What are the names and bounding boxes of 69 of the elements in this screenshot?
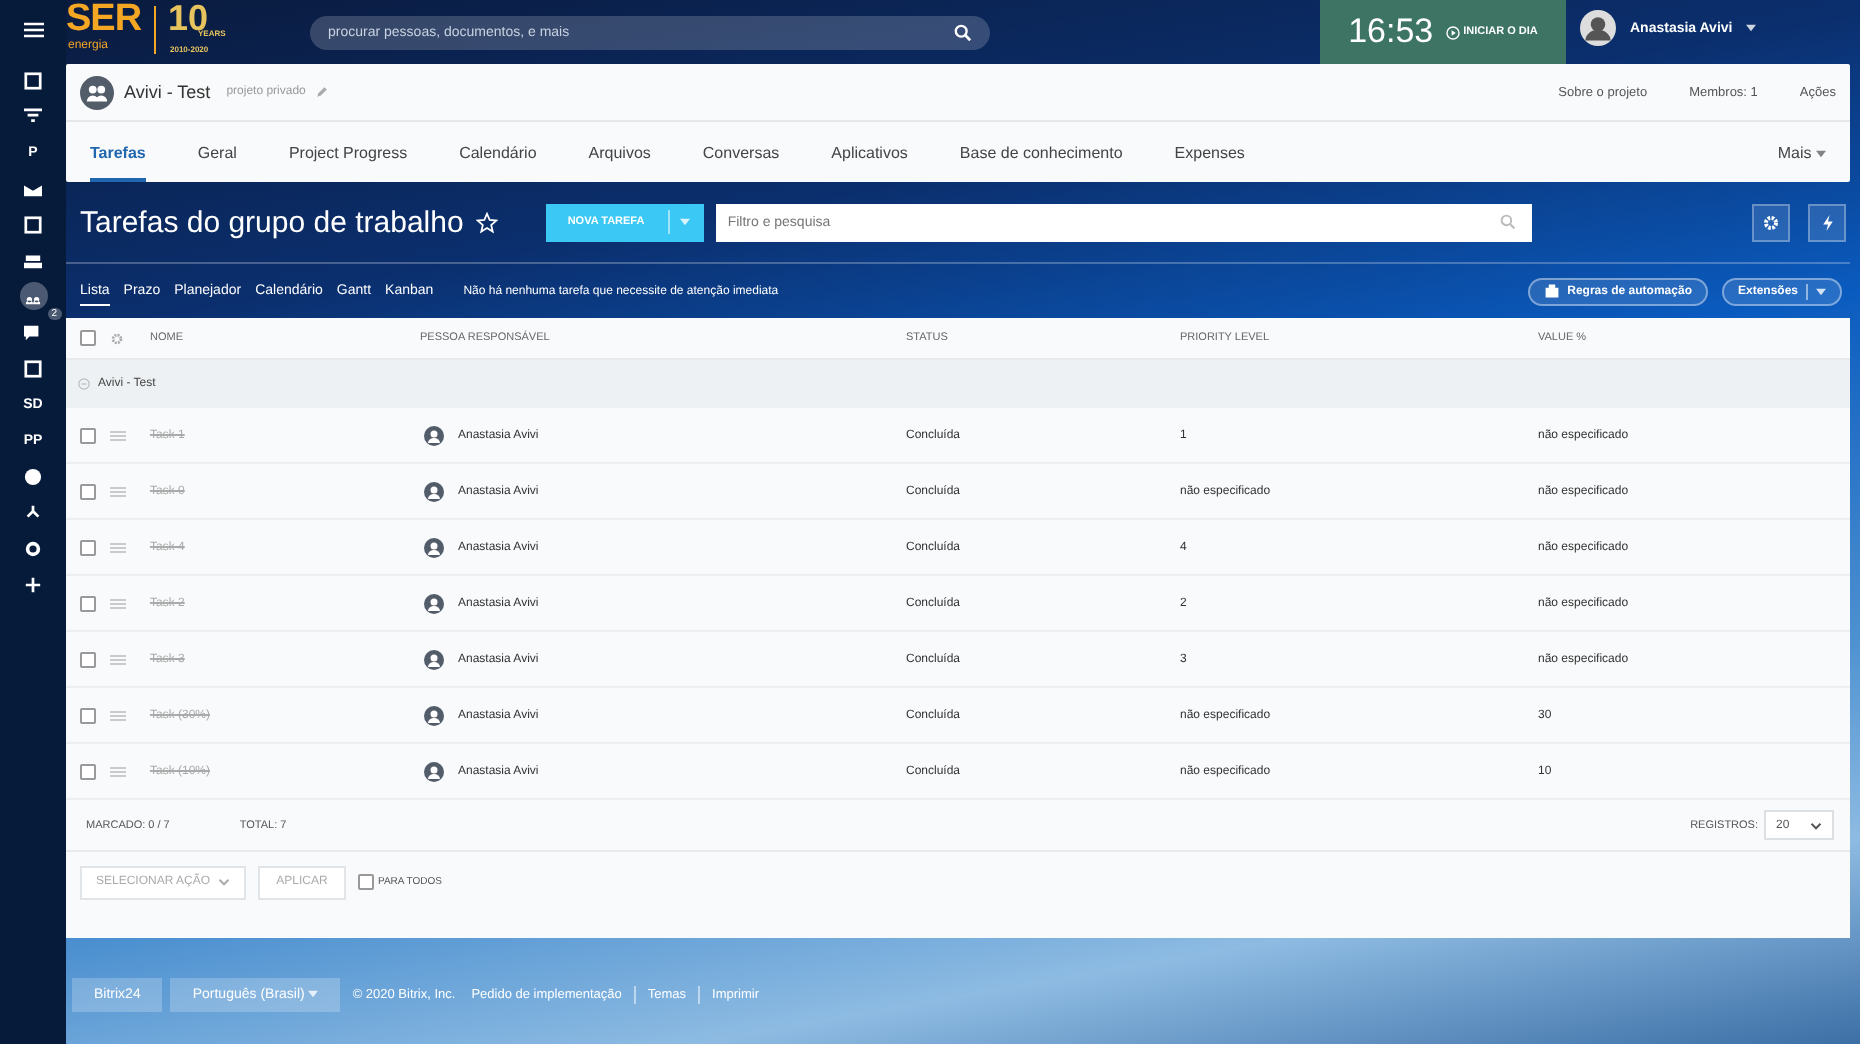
- collapse-icon[interactable]: [78, 378, 90, 390]
- caret-icon: [308, 989, 319, 997]
- automation-bolt-button[interactable]: [1808, 203, 1846, 241]
- avatar-icon: [424, 761, 444, 781]
- drive-icon: [24, 251, 42, 269]
- drag-handle-icon[interactable]: [110, 765, 126, 777]
- menu-icon[interactable]: [23, 22, 43, 38]
- play-icon: [1445, 25, 1460, 39]
- row-checkbox[interactable]: [80, 539, 96, 555]
- search-icon: [954, 23, 972, 41]
- project-tab[interactable]: Expenses: [1174, 122, 1245, 182]
- project-tab[interactable]: Geral: [197, 122, 237, 182]
- lightning-icon: [1819, 213, 1835, 231]
- project-tab[interactable]: Calendário: [459, 122, 537, 182]
- structure-icon: [24, 503, 42, 521]
- group-avatar-icon: [80, 75, 114, 109]
- caret-icon: [1816, 150, 1826, 158]
- drag-handle-icon[interactable]: [110, 429, 126, 441]
- page-title: Tarefas do grupo de trabalho: [80, 205, 464, 239]
- avatar-icon: [424, 425, 444, 445]
- select-all-checkbox[interactable]: [80, 330, 96, 346]
- project-tab[interactable]: Conversas: [702, 122, 780, 182]
- avatar-icon: [424, 649, 444, 669]
- caret-icon: [680, 218, 691, 226]
- filter-icon: [24, 107, 42, 125]
- avatar-icon: [424, 481, 444, 501]
- logo-brand: SER: [66, 0, 142, 40]
- settings-button[interactable]: [1752, 203, 1790, 241]
- window-icon: [24, 71, 42, 89]
- project-tab[interactable]: Tarefas: [90, 122, 146, 182]
- row-checkbox[interactable]: [80, 707, 96, 723]
- clock-time: 16:53: [1348, 12, 1434, 52]
- row-checkbox[interactable]: [80, 595, 96, 611]
- drag-handle-icon[interactable]: [110, 709, 126, 721]
- project-tab[interactable]: Base de conhecimento: [959, 122, 1123, 182]
- row-checkbox[interactable]: [80, 483, 96, 499]
- circle-icon: [24, 467, 42, 485]
- search-icon: [1499, 213, 1516, 229]
- caret-icon: [1746, 24, 1757, 32]
- project-name: Avivi - Test: [124, 82, 211, 102]
- sidebar-item[interactable]: [19, 282, 47, 310]
- row-checkbox[interactable]: [80, 427, 96, 443]
- picture-icon: [24, 215, 42, 233]
- drag-handle-icon[interactable]: [110, 653, 126, 665]
- row-checkbox[interactable]: [80, 651, 96, 667]
- pencil-icon[interactable]: [315, 86, 328, 98]
- project-tab[interactable]: Aplicativos: [831, 122, 908, 182]
- drag-handle-icon[interactable]: [110, 597, 126, 609]
- calendar-icon: [24, 359, 42, 377]
- drag-handle-icon[interactable]: [110, 541, 126, 553]
- avatar-icon: [424, 537, 444, 557]
- sidebar-item[interactable]: [19, 354, 47, 382]
- star-icon[interactable]: [475, 211, 498, 233]
- chevron-down-icon: [218, 878, 230, 886]
- row-checkbox[interactable]: [80, 763, 96, 779]
- more-tab[interactable]: Mais: [1777, 122, 1826, 182]
- for-all-checkbox[interactable]: [358, 874, 374, 890]
- caret-icon: [1816, 287, 1826, 295]
- sidebar-item[interactable]: [19, 210, 47, 238]
- avatar-icon: [424, 705, 444, 725]
- sidebar-item[interactable]: [19, 66, 47, 94]
- avatar-icon: [1580, 10, 1616, 46]
- project-tab[interactable]: Project Progress: [288, 122, 408, 182]
- chat-icon: [24, 323, 42, 341]
- project-tab[interactable]: Arquivos: [588, 122, 651, 182]
- avatar-icon: [424, 593, 444, 613]
- chevron-down-icon: [1810, 821, 1822, 829]
- plus-icon: [24, 575, 42, 593]
- drag-handle-icon[interactable]: [110, 485, 126, 497]
